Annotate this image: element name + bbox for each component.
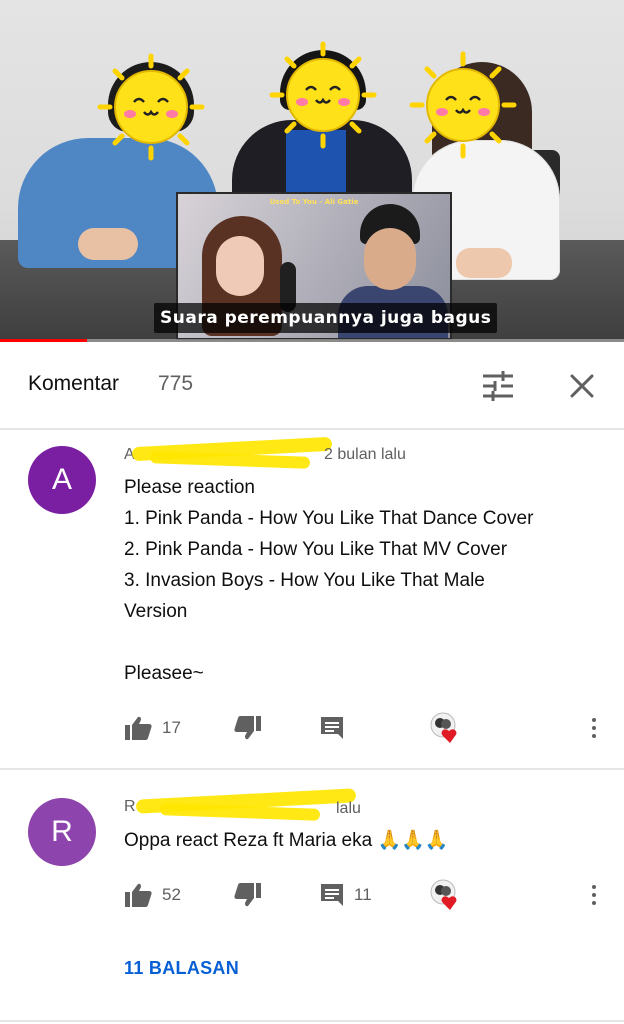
comment-divider [0, 1020, 624, 1022]
comment-thread: R R lalu Oppa react Reza ft Maria eka 🙏🙏… [0, 770, 624, 1020]
name-redaction-scribble [159, 803, 321, 821]
creator-heart-icon [430, 712, 457, 743]
sun-face-sticker-middle [269, 41, 377, 149]
comment-timestamp: lalu [336, 800, 361, 817]
thumbs-up-icon [125, 716, 152, 740]
name-redaction-scribble [149, 451, 311, 469]
comment-author-name[interactable]: R [124, 798, 136, 815]
comment-more-options[interactable] [584, 710, 604, 746]
close-comments-button[interactable] [564, 368, 600, 404]
reply-comment-icon [321, 884, 343, 906]
like-button[interactable]: 52 [124, 877, 181, 913]
comment-line [124, 627, 594, 658]
comments-header: Komentar 775 [0, 342, 624, 428]
comment-text: Please reaction 1. Pink Panda - How You … [124, 472, 594, 689]
reply-count: 11 [354, 885, 372, 904]
sun-face-sticker-right [409, 51, 517, 159]
comment-more-options[interactable] [584, 877, 604, 913]
view-replies-link[interactable]: 11 BALASAN [124, 958, 239, 979]
comment-line: 3. Invasion Boys - How You Like That Mal… [124, 570, 485, 591]
comment-author-line: R [124, 798, 136, 816]
comments-count: 775 [158, 372, 194, 395]
sun-face-sticker-left [97, 53, 205, 161]
like-count: 17 [162, 718, 181, 737]
comment-actions: 52 11 [124, 877, 604, 913]
comment-line: 1. Pink Panda - How You Like That Dance … [124, 508, 534, 529]
thumbs-up-icon [125, 883, 152, 907]
reply-comment-icon [321, 717, 343, 739]
video-player[interactable]: Used To You - Ali Gatie Suara perempuann… [0, 0, 624, 342]
dislike-button[interactable] [234, 710, 262, 746]
comment-line: 2. Pink Panda - How You Like That MV Cov… [124, 539, 508, 560]
thumbs-down-icon [234, 716, 261, 740]
comment-line: Pleasee~ [124, 663, 204, 684]
reply-button[interactable]: 11 [320, 877, 372, 913]
avatar[interactable]: A [28, 446, 96, 514]
comment-text: Oppa react Reza ft Maria eka 🙏🙏🙏 [124, 825, 594, 856]
comment-actions: 17 [124, 710, 604, 746]
thumbs-down-icon [234, 883, 261, 907]
comment-line: Please reaction [124, 477, 255, 498]
sort-sliders-icon [483, 371, 513, 401]
video-subtitle: Suara perempuannya juga bagus [154, 303, 498, 333]
close-icon [570, 374, 594, 398]
avatar[interactable]: R [28, 798, 96, 866]
like-button[interactable]: 17 [124, 710, 181, 746]
comments-title: Komentar [28, 372, 120, 395]
creator-heart-icon [430, 879, 457, 910]
reply-button[interactable] [320, 710, 354, 746]
comment-line: Version [124, 601, 188, 622]
inset-video-title: Used To You - Ali Gatie [269, 198, 359, 206]
comment-line: Oppa react Reza ft Maria eka 🙏🙏🙏 [124, 830, 449, 851]
comment-thread: A A 2 bulan lalu Please reaction 1. Pink… [0, 430, 624, 768]
comment-timestamp: 2 bulan lalu [324, 446, 406, 463]
like-count: 52 [162, 885, 181, 904]
dislike-button[interactable] [234, 877, 262, 913]
sort-comments-button[interactable] [480, 368, 516, 404]
